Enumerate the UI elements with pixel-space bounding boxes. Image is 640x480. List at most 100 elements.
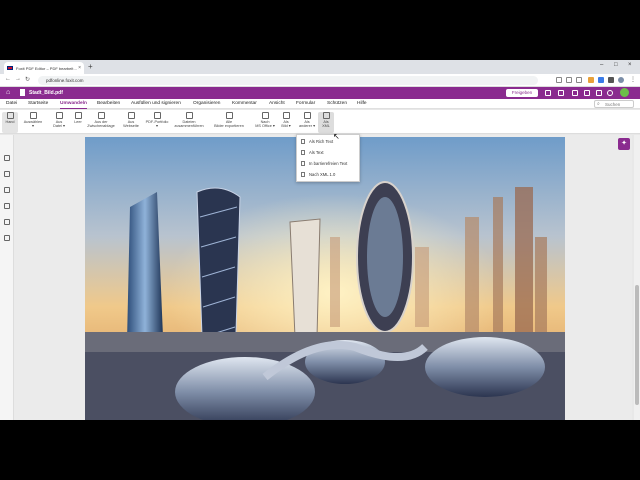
avatar[interactable] xyxy=(620,88,629,97)
extension-icon[interactable] xyxy=(598,77,604,83)
tab-title: Foxit PDF Editor – PDF bearbeit… xyxy=(16,65,78,71)
as-other-button[interactable]: Als anderer ▾ xyxy=(296,112,318,133)
menu-startseite[interactable]: Startseite xyxy=(28,100,48,108)
menu-bearbeiten[interactable]: Bearbeiten xyxy=(97,100,120,108)
print-icon[interactable] xyxy=(558,90,564,96)
convert-other-icon xyxy=(303,112,311,119)
assistant-icon[interactable]: ✦ xyxy=(618,138,630,150)
cursor-icon xyxy=(29,112,37,119)
search-input[interactable]: Suchen xyxy=(594,100,634,108)
menu-organisieren[interactable]: Organisieren xyxy=(193,100,220,108)
merge-files-button[interactable]: Dateien zusammenführen xyxy=(174,112,204,133)
minimize-button[interactable]: – xyxy=(600,62,603,68)
dropdown-item-label: Nach XML 1.0 xyxy=(309,172,336,177)
menu-umwandeln[interactable]: Umwandeln xyxy=(60,100,87,109)
layers-panel-icon[interactable] xyxy=(4,203,10,209)
from-clipboard-button[interactable]: Aus der Zwischenablage xyxy=(86,112,116,133)
dropdown-item-label: Als Text xyxy=(309,150,324,155)
layout-icon[interactable] xyxy=(572,90,578,96)
hand-tool-button[interactable]: Hand xyxy=(2,112,18,133)
bookmark-panel-icon[interactable] xyxy=(4,155,10,161)
pdf-portfolio-button[interactable]: PDF-Portfolio ▾ xyxy=(142,112,172,133)
ribbon-label: Bild ▾ xyxy=(281,124,291,129)
dropdown-item-label: In barrierefreien Text xyxy=(309,161,348,166)
vertical-scrollbar[interactable] xyxy=(634,135,640,420)
file-icon xyxy=(301,150,305,156)
image-export-icon xyxy=(225,112,233,119)
bookmark-icon[interactable] xyxy=(576,77,582,83)
close-window-button[interactable]: × xyxy=(628,62,632,68)
help-icon[interactable] xyxy=(584,90,590,96)
file-icon xyxy=(55,112,63,119)
xml-dropdown-menu: Als Rich Text Als Text In barrierefreien… xyxy=(296,134,360,182)
menu-datei[interactable]: Datei xyxy=(6,100,17,108)
comments-panel-icon[interactable] xyxy=(4,187,10,193)
menu-hilfe[interactable]: Hilfe xyxy=(357,100,367,108)
file-icon xyxy=(301,172,305,178)
maximize-button[interactable]: □ xyxy=(614,62,618,68)
notification-icon[interactable] xyxy=(607,90,613,96)
file-icon xyxy=(301,161,305,167)
portfolio-icon xyxy=(153,112,161,119)
dropdown-item-accessible-text[interactable]: In barrierefreien Text xyxy=(301,161,347,167)
new-tab-button[interactable]: + xyxy=(88,62,93,72)
url-field[interactable]: pdfonline.foxit.com xyxy=(38,76,538,85)
flag-icon xyxy=(7,66,13,70)
forward-icon[interactable]: → xyxy=(15,76,21,82)
image-icon xyxy=(282,112,290,119)
blank-page-icon xyxy=(74,112,82,119)
menu-ausfuellen[interactable]: Ausfüllen und signieren xyxy=(131,100,181,108)
attachments-panel-icon[interactable] xyxy=(4,219,10,225)
ribbon-label: Zwischenablage xyxy=(87,124,115,129)
pages-panel-icon[interactable] xyxy=(4,171,10,177)
menu-dots-icon[interactable]: ⋮ xyxy=(630,76,636,83)
app-header: ⌂ Stadt_Bild.pdf Freigeben xyxy=(0,87,640,99)
ribbon-label: zusammenführen xyxy=(174,124,204,129)
signatures-panel-icon[interactable] xyxy=(4,235,10,241)
merge-icon xyxy=(185,112,193,119)
menu-schuetzen[interactable]: Schützen xyxy=(327,100,347,108)
save-icon[interactable] xyxy=(545,90,551,96)
ribbon-label: ▾ xyxy=(156,124,158,129)
scrollbar-thumb[interactable] xyxy=(635,285,639,405)
home-icon[interactable]: ⌂ xyxy=(6,89,14,97)
share-page-icon[interactable] xyxy=(556,77,562,83)
address-bar-row: ← → ↻ pdfonline.foxit.com ⋮ xyxy=(0,74,640,87)
as-image-button[interactable]: Als Bild ▾ xyxy=(276,112,296,133)
ribbon-label: Hand xyxy=(5,120,15,124)
profile-icon[interactable] xyxy=(618,77,624,83)
ribbon-toolbar: Hand Auswählen ▾ Aus Datei ▾ Leer Aus de… xyxy=(0,110,640,134)
office-icon xyxy=(261,112,269,119)
share-button[interactable]: Freigeben xyxy=(506,89,538,97)
apps-icon[interactable] xyxy=(596,90,602,96)
extension-icon[interactable] xyxy=(588,77,594,83)
dropdown-item-xml[interactable]: Nach XML 1.0 xyxy=(301,172,335,178)
menu-ansicht[interactable]: Ansicht xyxy=(269,100,285,108)
ribbon-label: anderer ▾ xyxy=(298,124,316,129)
dropdown-item-rich-text[interactable]: Als Rich Text xyxy=(301,139,333,145)
as-xml-button[interactable]: Als XML xyxy=(318,112,334,133)
mouse-cursor-icon: ↖ xyxy=(333,132,340,141)
xml-icon xyxy=(322,112,330,119)
menu-formular[interactable]: Formular xyxy=(296,100,315,108)
back-icon[interactable]: ← xyxy=(5,76,11,82)
browser-tab[interactable]: Foxit PDF Editor – PDF bearbeit… × xyxy=(4,62,84,74)
browser-tabstrip: Foxit PDF Editor – PDF bearbeit… × + – □… xyxy=(0,60,640,74)
left-panel-bar xyxy=(0,135,14,420)
reload-icon[interactable]: ↻ xyxy=(25,76,30,83)
screen: Foxit PDF Editor – PDF bearbeit… × + – □… xyxy=(0,60,640,420)
webpage-icon xyxy=(127,112,135,119)
clipboard-icon xyxy=(97,112,105,119)
file-icon xyxy=(301,139,305,145)
document-icon xyxy=(20,89,25,96)
dropdown-item-text[interactable]: Als Text xyxy=(301,150,324,156)
zoom-icon[interactable] xyxy=(566,77,572,83)
export-images-button[interactable]: Alle Bilder exportieren xyxy=(214,112,244,133)
dropdown-item-label: Als Rich Text xyxy=(309,139,334,144)
ribbon-label: XML xyxy=(322,124,330,129)
menu-bar: Datei Startseite Umwandeln Bearbeiten Au… xyxy=(0,99,640,109)
close-icon[interactable]: × xyxy=(78,65,81,71)
ribbon-label: Bilder exportieren xyxy=(214,124,244,129)
menu-kommentar[interactable]: Kommentar xyxy=(232,100,257,108)
extensions-puzzle-icon[interactable] xyxy=(608,77,614,83)
